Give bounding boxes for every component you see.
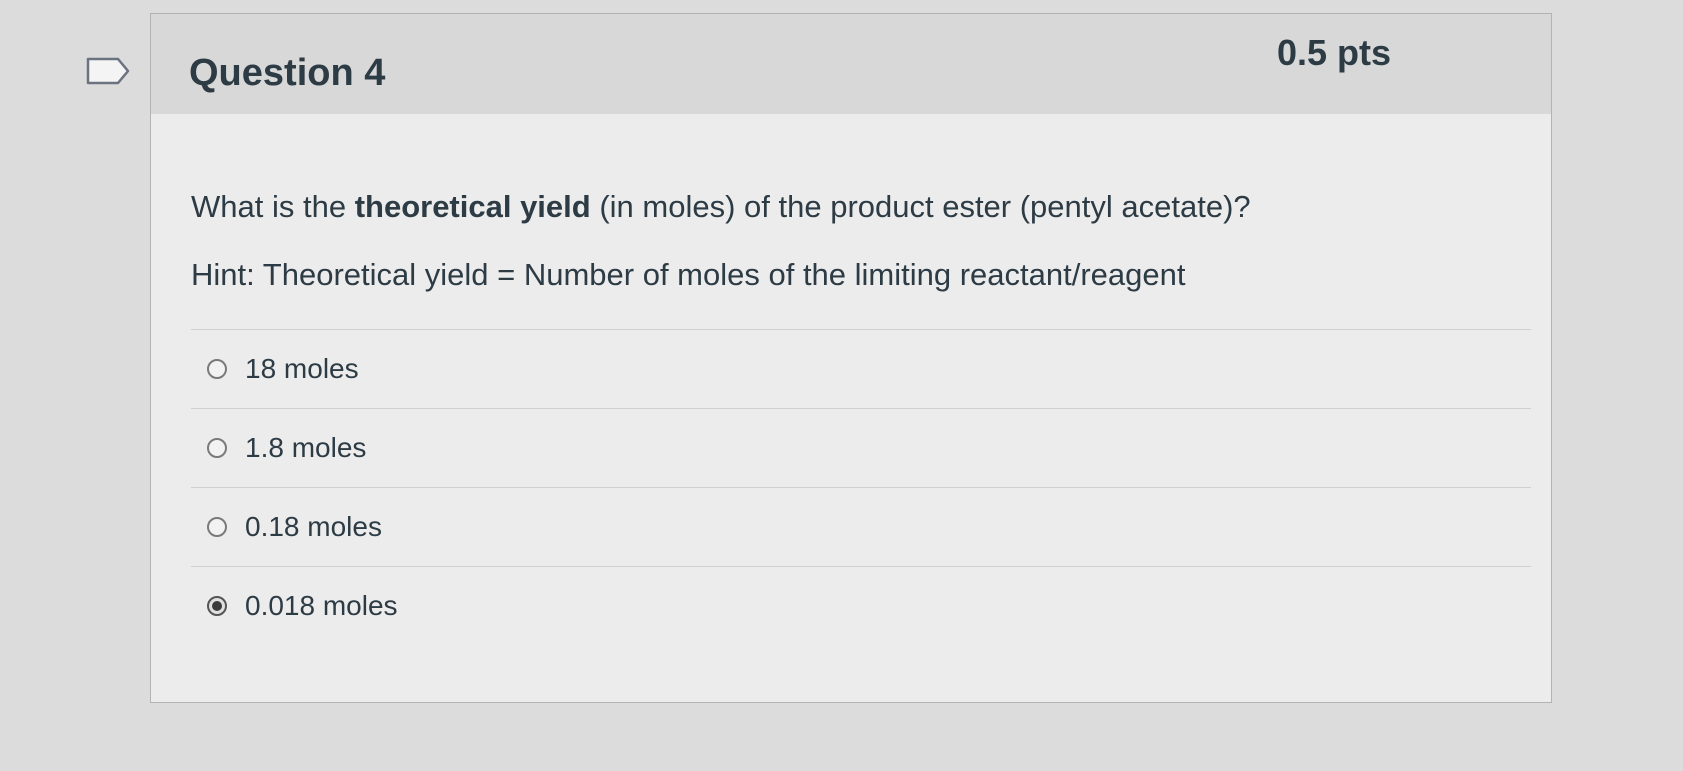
radio-checked-icon[interactable] [207, 596, 227, 616]
radio-unchecked-icon[interactable] [207, 359, 227, 379]
bookmark-flag-icon[interactable] [86, 57, 130, 85]
question-text-after: (in moles) of the product ester (pentyl … [590, 189, 1251, 224]
hint-text: Hint: Theoretical yield = Number of mole… [191, 257, 1186, 292]
answer-list: 18 moles 1.8 moles 0.18 moles 0.018 mole… [191, 329, 1531, 645]
answer-label: 0.018 moles [245, 590, 398, 621]
answer-label: 0.18 moles [245, 511, 382, 542]
question-text: What is the theoretical yield (in moles)… [191, 189, 1251, 225]
radio-unchecked-icon[interactable] [207, 517, 227, 537]
question-points: 0.5 pts [1276, 32, 1391, 73]
answer-label: 18 moles [245, 353, 359, 384]
answer-option-1[interactable]: 18 moles [191, 329, 1531, 408]
question-title: Question 4 [189, 52, 386, 94]
question-text-before: What is the [191, 189, 355, 224]
answer-option-4[interactable]: 0.018 moles [191, 566, 1531, 645]
radio-unchecked-icon[interactable] [207, 438, 227, 458]
question-header: Question 4 0.5 pts [151, 14, 1551, 115]
question-text-bold: theoretical yield [354, 189, 591, 224]
answer-option-3[interactable]: 0.18 moles [191, 487, 1531, 566]
question-body: What is the theoretical yield (in moles)… [151, 114, 1551, 702]
question-card: Question 4 0.5 pts What is the theoretic… [150, 13, 1552, 703]
answer-label: 1.8 moles [245, 432, 367, 463]
answer-option-2[interactable]: 1.8 moles [191, 408, 1531, 487]
